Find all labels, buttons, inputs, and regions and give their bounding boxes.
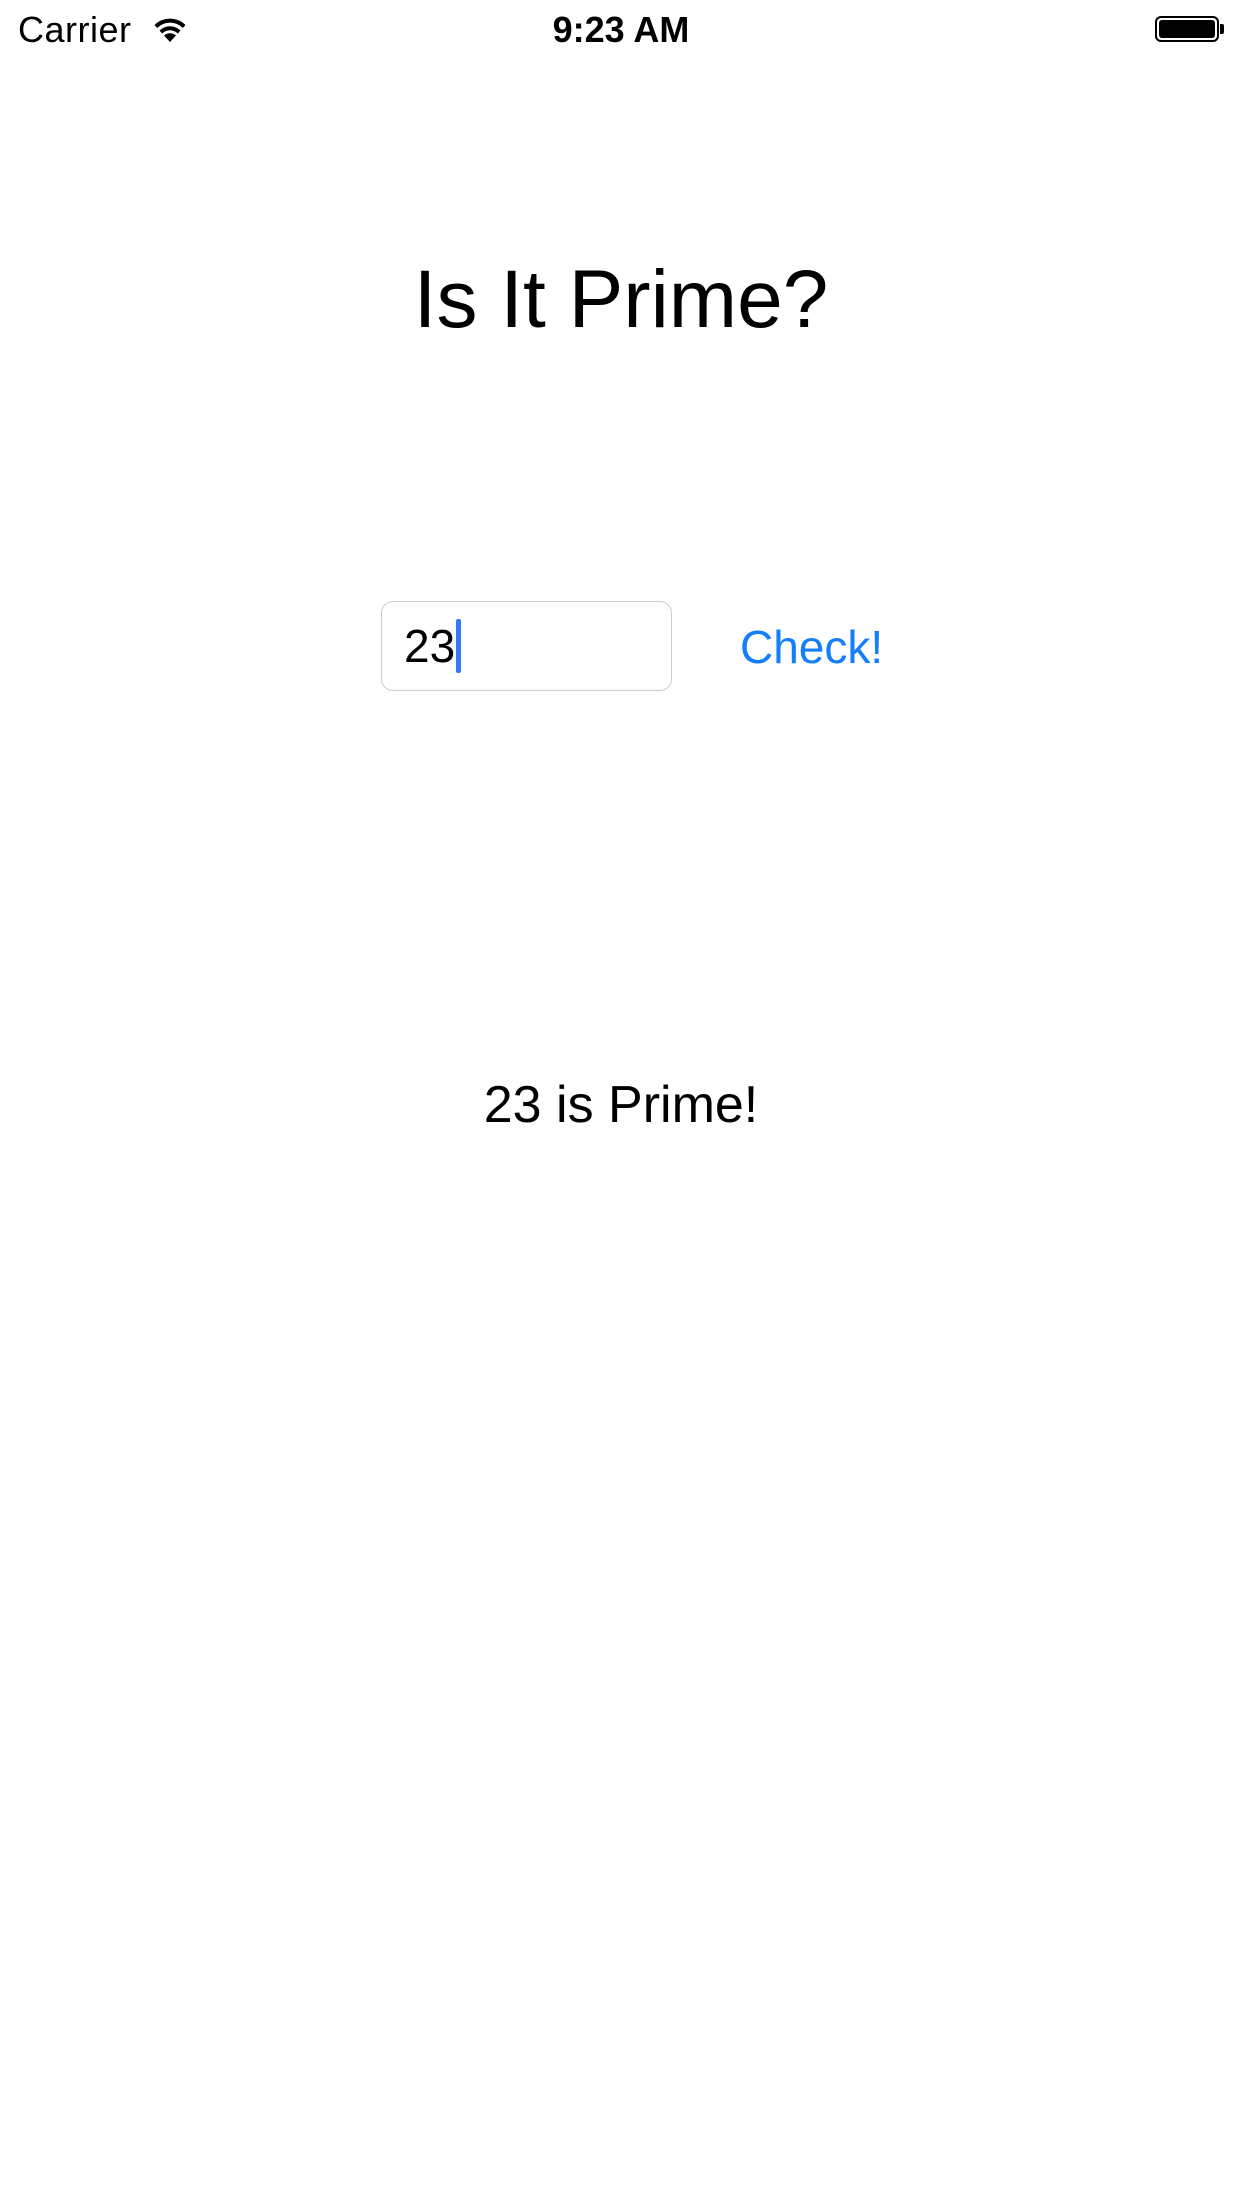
check-button[interactable]: Check! <box>720 615 903 679</box>
battery-body <box>1155 16 1219 42</box>
status-bar: Carrier 9:23 AM <box>0 0 1242 60</box>
number-input-value[interactable]: 23 <box>404 618 455 674</box>
battery-cap <box>1220 24 1224 34</box>
battery-fill <box>1159 20 1215 38</box>
battery-full-icon <box>1155 16 1225 46</box>
result-label: 23 is Prime! <box>483 1076 759 1134</box>
clock: 9:23 AM <box>552 9 690 50</box>
number-input[interactable]: 23 <box>381 601 672 691</box>
page-title: Is It Prime? <box>413 254 829 345</box>
text-caret <box>456 619 462 673</box>
